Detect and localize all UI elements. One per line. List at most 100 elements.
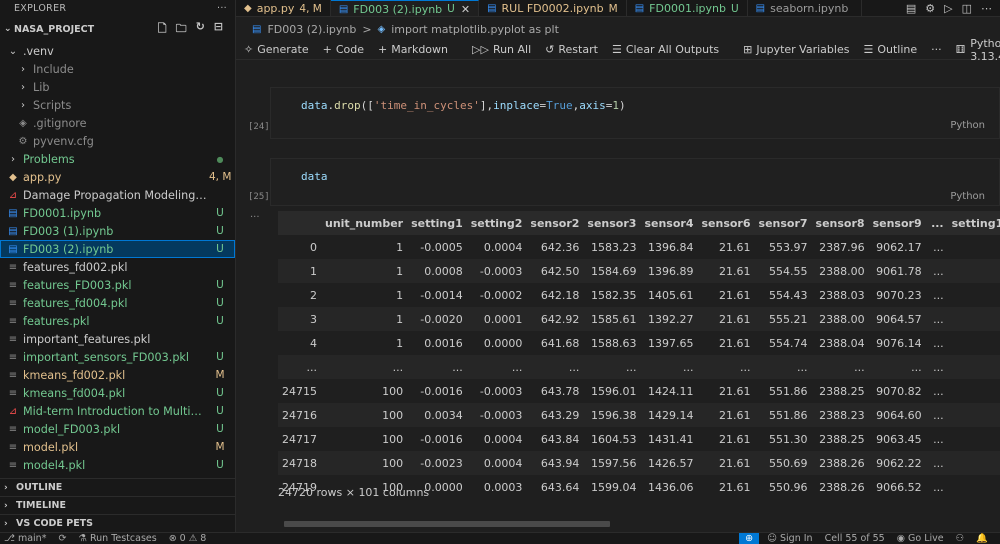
markdown-label: Markdown (391, 43, 449, 56)
account-button[interactable]: ☺ Sign In (767, 533, 812, 544)
explorer-more-button[interactable]: ··· (217, 3, 227, 14)
table-cell: 554.43 (769, 288, 808, 302)
output-more-icon[interactable]: ··· (250, 212, 260, 223)
tree-item[interactable]: ◈ .gitignore (0, 114, 235, 132)
tree-item[interactable]: › Include (0, 60, 235, 78)
sync-button[interactable]: ⟳ (58, 533, 66, 544)
tree-item[interactable]: ≡ important_sensors_FD003.pkl U (0, 348, 235, 366)
collapse-all-icon[interactable]: ⊟ (214, 20, 223, 39)
table-cell: 642.92 (526, 307, 584, 331)
tree-item[interactable]: ≡ features_FD003.pkl U (0, 276, 235, 294)
timeline-section[interactable]: › TIMELINE (0, 496, 235, 514)
git-file-icon: ◈ (19, 117, 27, 129)
code-cell-25[interactable]: data Python (270, 158, 1000, 206)
gear-icon[interactable]: ⚙ (925, 2, 935, 15)
kernel-picker[interactable]: ⚅ Python 3.13.4 (956, 37, 1000, 63)
tree-item[interactable]: ▤ FD003 (1).ipynb U (0, 222, 235, 240)
editor-tab[interactable]: ▤ seaborn.ipynb (748, 0, 863, 16)
breadcrumb-file[interactable]: FD003 (2).ipynb (267, 23, 356, 36)
close-icon[interactable]: ✕ (461, 3, 470, 16)
run-testcases-button[interactable]: ⚗ Run Testcases (78, 533, 156, 544)
copilot-icon[interactable]: ⚇ (956, 533, 965, 544)
tree-item[interactable]: › Scripts (0, 96, 235, 114)
problems-indicator[interactable]: ⊗ 0 ⚠ 8 (169, 533, 207, 544)
column-header (278, 211, 321, 235)
person-icon: ☺ (767, 533, 777, 544)
row-index: 3 (278, 307, 321, 331)
tree-item[interactable]: ▤ FD0001.ipynb U (0, 204, 235, 222)
code-cell-24[interactable]: data.drop(['time_in_cycles'],inplace=Tru… (270, 87, 1000, 139)
tab-label: seaborn.ipynb (770, 2, 849, 15)
vscode-pets-section[interactable]: › VS CODE PETS (0, 514, 235, 532)
table-cell: ... (925, 355, 948, 379)
git-status-badge: U (216, 225, 224, 237)
tree-item-label: .venv (23, 44, 54, 58)
refresh-icon[interactable]: ↻ (196, 20, 205, 39)
editor-tab[interactable]: ▤ RUL FD0002.ipynb M (479, 0, 627, 16)
cell-language-label[interactable]: Python (950, 191, 985, 202)
more-actions-icon[interactable]: ⋯ (981, 2, 992, 15)
table-cell: -0.0002 (479, 288, 523, 302)
table-cell: ... (933, 240, 944, 254)
tree-item[interactable]: ⚙ pyvenv.cfg (0, 132, 235, 150)
tree-item[interactable]: ▤ FD003 (2).ipynb U (0, 240, 235, 258)
add-code-button[interactable]: + Code (323, 43, 364, 56)
run-all-button[interactable]: ▷▷ Run All (472, 43, 531, 56)
tree-item[interactable]: ≡ model_FD003.pkl U (0, 420, 235, 438)
tree-item[interactable]: ≡ model.pkl M (0, 438, 235, 456)
file-icon: ≡ (8, 315, 18, 327)
go-live-button[interactable]: ◉ Go Live (897, 533, 944, 544)
table-cell: ... (697, 355, 755, 379)
outline-section[interactable]: › OUTLINE (0, 478, 235, 496)
editor-tab[interactable]: ▤ FD0001.ipynb U (627, 0, 748, 16)
restart-label: Restart (558, 43, 598, 56)
tree-item-label: model_FD003.pkl (23, 422, 121, 436)
restart-button[interactable]: ↺ Restart (545, 43, 598, 56)
bell-icon[interactable]: 🔔 (976, 533, 988, 544)
tree-item[interactable]: › Problems ● (0, 150, 235, 168)
new-file-icon[interactable]: 🗋 (158, 20, 167, 39)
remote-indicator[interactable]: ⊕ (739, 533, 760, 544)
notebook-file-icon: ▤ (634, 3, 645, 14)
project-folder-header[interactable]: ⌄ NASA_PROJECT 🗋 🗀 ↻ ⊟ (0, 16, 235, 42)
tree-item[interactable]: ≡ important_features.pkl (0, 330, 235, 348)
split-editor-icon[interactable]: ◫ (962, 2, 972, 15)
tree-item[interactable]: ≡ kmeans_fd004.pkl U (0, 384, 235, 402)
generate-button[interactable]: ✧ Generate (244, 43, 309, 56)
table-cell: 0.0000 (483, 336, 523, 350)
outline-button[interactable]: ☰ Outline (863, 43, 917, 56)
toolbar-more-button[interactable]: ··· (931, 43, 942, 56)
breadcrumb-cell[interactable]: import matplotlib.pyplot as plt (391, 23, 559, 36)
add-markdown-button[interactable]: + Markdown (378, 43, 448, 56)
notebook-icon[interactable]: ▤ (906, 2, 916, 15)
code-line[interactable]: data.drop(['time_in_cycles'],inplace=Tru… (301, 99, 626, 112)
tree-item[interactable]: ≡ features.pkl U (0, 312, 235, 330)
kernel-icon: ⚅ (955, 43, 966, 56)
tree-item[interactable]: ◆ app.py 4, M (0, 168, 235, 186)
new-folder-icon[interactable]: 🗀 (176, 20, 187, 39)
table-cell: 1 (321, 307, 408, 331)
row-index: 4 (310, 336, 317, 350)
code-line[interactable]: data (301, 170, 328, 183)
tree-item[interactable]: ⊿ Mid-term Introduction to Multimedia ...… (0, 402, 235, 420)
column-header: sensor2 (526, 211, 584, 235)
tree-item[interactable]: ≡ model4.pkl U (0, 456, 235, 474)
horizontal-scrollbar[interactable] (284, 521, 610, 527)
run-icon[interactable]: ▷ (944, 2, 952, 15)
tree-item[interactable]: ⊿ Damage Propagation Modeling.pdf (0, 186, 235, 204)
clear-outputs-button[interactable]: ☰ Clear All Outputs (612, 43, 719, 56)
tree-item[interactable]: ≡ features_fd004.pkl U (0, 294, 235, 312)
tree-item[interactable]: ≡ kmeans_fd002.pkl M (0, 366, 235, 384)
jupyter-variables-button[interactable]: ⊞ Jupyter Variables (743, 43, 849, 56)
cell-indicator[interactable]: Cell 55 of 55 (825, 533, 885, 544)
row-index: 24717 (282, 432, 317, 446)
tree-item[interactable]: ≡ features_fd002.pkl (0, 258, 235, 276)
editor-tab[interactable]: ▤ FD003 (2).ipynb U ✕ (330, 0, 480, 16)
branch-indicator[interactable]: ⎇ main* (4, 533, 46, 544)
editor-tab[interactable]: ◆ app.py 4, M (236, 0, 331, 16)
tree-item[interactable]: ⌄ .venv (0, 42, 235, 60)
tree-item[interactable]: › Lib (0, 78, 235, 96)
table-cell: 0.0003 (483, 480, 523, 494)
error-count: 0 (179, 533, 186, 544)
cell-language-label[interactable]: Python (950, 120, 985, 131)
